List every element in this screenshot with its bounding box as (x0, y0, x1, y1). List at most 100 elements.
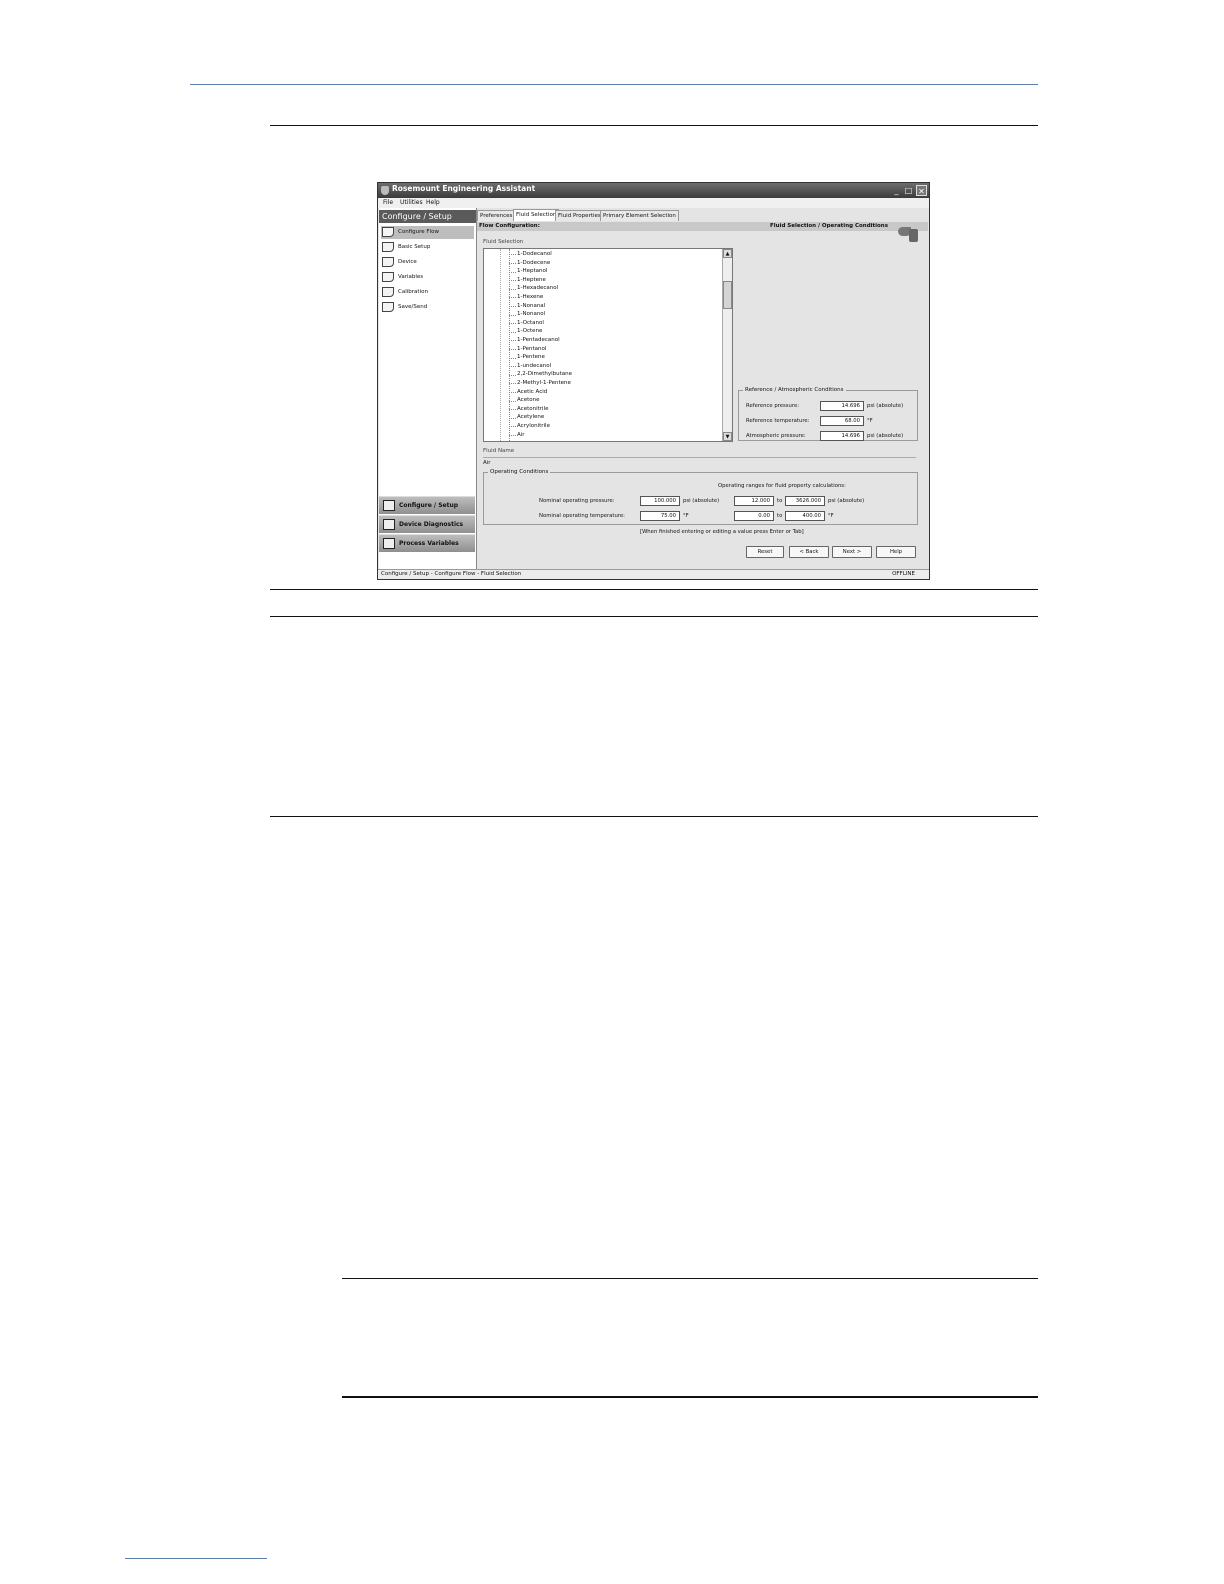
reference-conditions-title: Reference / Atmospheric Conditions (745, 387, 844, 393)
footer-rule (125, 1558, 267, 1559)
sidebar-item-label: Basic Setup (398, 244, 431, 250)
flow-config-step: Fluid Selection / Operating Conditions (770, 223, 888, 229)
temperature-range-min[interactable]: 0.00 (734, 511, 774, 521)
help-button[interactable]: Help (876, 546, 916, 558)
app-icon (381, 186, 389, 195)
list-item[interactable]: 1-Octene (517, 327, 542, 336)
sidebar-item-configure-flow[interactable]: Configure Flow (381, 226, 474, 239)
minimize-icon[interactable]: _ (891, 185, 902, 196)
pencil-icon (382, 257, 394, 267)
section-rule (270, 125, 1038, 126)
pencil-icon (382, 227, 394, 237)
note-bottom-rule (342, 1396, 1038, 1398)
pencil-icon (382, 272, 394, 282)
flow-config-bar: Flow Configuration: Fluid Selection / Op… (477, 222, 928, 231)
menu-utilities[interactable]: Utilities (400, 199, 423, 206)
left-pane: Configure / Setup Configure Flow Basic S… (379, 208, 477, 570)
scroll-thumb[interactable] (723, 281, 732, 309)
tab-primary-element-selection[interactable]: Primary Element Selection (600, 210, 679, 221)
nav-process-variables[interactable]: Process Variables (379, 534, 475, 552)
scroll-down-icon[interactable]: ▼ (723, 432, 732, 441)
list-item[interactable]: 2-Methyl-1-Pentene (517, 379, 571, 388)
list-item[interactable]: Air (517, 431, 525, 440)
sidebar-item-basic-setup[interactable]: Basic Setup (381, 241, 474, 254)
list-item[interactable]: 2,2-Dimethylbutane (517, 370, 572, 379)
figure-bottom-rule (270, 589, 1038, 590)
scroll-up-icon[interactable]: ▲ (723, 249, 732, 258)
fluid-drum-icon (898, 223, 920, 243)
pressure-range-min[interactable]: 12.000 (734, 496, 774, 506)
fluid-list[interactable]: 1-Dodecanol 1-Dodecene 1-Heptanol 1-Heptene… (483, 248, 733, 442)
right-pane: Preferences Fluid Selection Fluid Proper… (477, 208, 928, 570)
nominal-temperature-field[interactable]: 75.00 (640, 511, 680, 521)
menu-bar: File Utilities Help (378, 198, 929, 208)
nominal-pressure-field[interactable]: 100.000 (640, 496, 680, 506)
reference-temperature-field[interactable]: 68.00 (820, 416, 864, 426)
temperature-range-max[interactable]: 400.00 (785, 511, 825, 521)
list-scrollbar[interactable]: ▲ ▼ (722, 249, 732, 441)
reference-temperature-label: Reference temperature: (746, 418, 810, 424)
list-item[interactable]: 1-undecanol (517, 362, 551, 371)
menu-file[interactable]: File (383, 199, 393, 206)
list-item[interactable]: 1-Dodecene (517, 259, 550, 268)
atmospheric-pressure-field[interactable]: 14.696 (820, 431, 864, 441)
section-rule (270, 816, 1038, 817)
pressure-range-max[interactable]: 3626.000 (785, 496, 825, 506)
window-title: Rosemount Engineering Assistant (392, 184, 536, 193)
list-item[interactable]: 1-Heptanol (517, 267, 547, 276)
nav-label: Configure / Setup (399, 502, 459, 509)
nav-label: Device Diagnostics (399, 521, 464, 528)
app-window: Rosemount Engineering Assistant _ □ ✕ Fi… (377, 182, 930, 580)
list-item[interactable]: 1-Pentene (517, 353, 545, 362)
nav-device-diagnostics[interactable]: Device Diagnostics (379, 515, 475, 533)
list-item[interactable]: Acetone (517, 396, 539, 405)
nav-configure-setup[interactable]: Configure / Setup (379, 496, 475, 514)
sidebar-item-device[interactable]: Device (381, 256, 474, 269)
flow-config-label: Flow Configuration: (479, 223, 540, 229)
list-item[interactable]: Acrylonitrile (517, 422, 550, 431)
tab-preferences[interactable]: Preferences (477, 210, 516, 221)
back-button[interactable]: < Back (789, 546, 829, 558)
nominal-temperature-label: Nominal operating temperature: (539, 513, 625, 519)
list-item[interactable]: 1-Nonanal (517, 302, 545, 311)
tab-fluid-selection[interactable]: Fluid Selection (513, 209, 560, 221)
list-item[interactable]: 1-Dodecanol (517, 250, 552, 259)
list-item[interactable]: 1-Pentanol (517, 345, 546, 354)
list-item[interactable]: Acetic Acid (517, 388, 547, 397)
list-item[interactable]: 1-Hexene (517, 293, 543, 302)
operating-conditions-title: Operating Conditions (490, 469, 549, 475)
pressure-range-unit: psi (absolute) (828, 498, 865, 504)
menu-help[interactable]: Help (426, 199, 440, 206)
sidebar-item-label: Calibration (398, 289, 428, 295)
sidebar-item-label: Device (398, 259, 417, 265)
list-item[interactable]: 1-Hexadecanol (517, 284, 558, 293)
sidebar-item-calibration[interactable]: Calibration (381, 286, 474, 299)
maximize-icon[interactable]: □ (903, 185, 914, 196)
left-pane-header: Configure / Setup (379, 210, 476, 223)
list-item[interactable]: 1-Octanol (517, 319, 544, 328)
temperature-range-unit: °F (828, 513, 834, 519)
list-item[interactable]: 1-Nonanol (517, 310, 545, 319)
sidebar-item-label: Configure Flow (398, 229, 439, 235)
reset-button[interactable]: Reset (746, 546, 784, 558)
list-item[interactable]: 1-Pentadecanol (517, 336, 560, 345)
header-rule (190, 84, 1038, 85)
tab-fluid-properties[interactable]: Fluid Properties (555, 210, 604, 221)
temperature-range-to: to (777, 513, 783, 519)
list-item[interactable]: Acetonitrile (517, 405, 548, 414)
close-icon[interactable]: ✕ (916, 185, 927, 196)
pencil-icon (382, 242, 394, 252)
nominal-pressure-unit: psi (absolute) (683, 498, 720, 504)
sidebar-item-variables[interactable]: Variables (381, 271, 474, 284)
fluid-name-label: Fluid Name (483, 448, 515, 454)
reference-pressure-label: Reference pressure: (746, 403, 800, 409)
fluid-name-value: Air (483, 460, 491, 466)
list-item[interactable]: 1-Heptene (517, 276, 546, 285)
entry-hint: [When finished entering or editing a val… (640, 529, 804, 535)
list-item[interactable]: Acetylene (517, 413, 544, 422)
next-button[interactable]: Next > (832, 546, 872, 558)
reference-pressure-field[interactable]: 14.696 (820, 401, 864, 411)
nominal-temperature-unit: °F (683, 513, 689, 519)
status-path: Configure / Setup - Configure Flow - Flu… (381, 571, 522, 577)
sidebar-item-save-send[interactable]: Save/Send (381, 301, 474, 314)
